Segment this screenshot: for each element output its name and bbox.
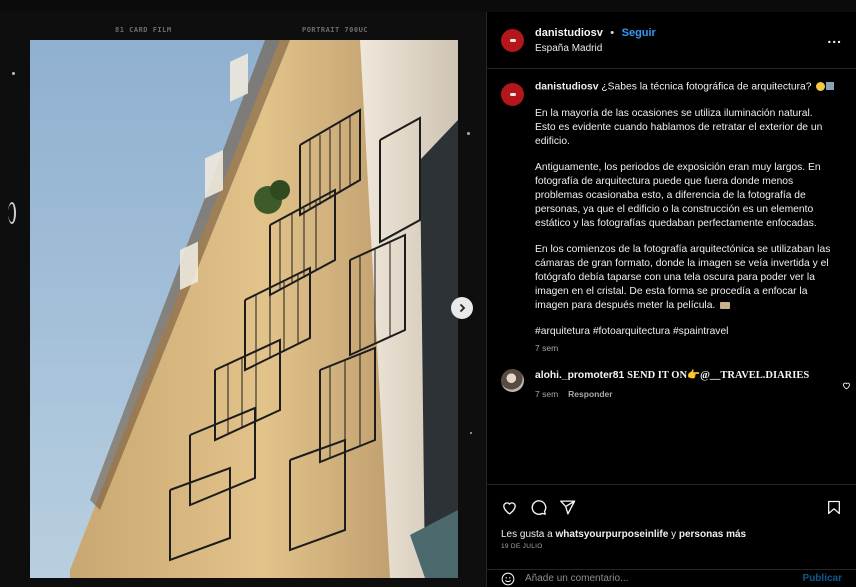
avatar[interactable] bbox=[501, 368, 524, 392]
film-scratch bbox=[8, 202, 16, 224]
add-comment-bar: Publicar bbox=[487, 569, 856, 587]
reply-button[interactable]: Responder bbox=[568, 389, 612, 399]
caption-paragraph: En la mayoría de las ocasiones se utiliz… bbox=[535, 107, 823, 147]
caption-paragraph: Antiguamente, los periodos de exposición… bbox=[535, 161, 821, 229]
comment-like-button[interactable] bbox=[842, 377, 851, 395]
like-button[interactable] bbox=[501, 499, 518, 516]
comment-username[interactable]: alohi._promoter81 bbox=[535, 370, 624, 381]
caption-hashtags[interactable]: #arquitetura #fotoarquitectura #spaintra… bbox=[535, 325, 835, 339]
caption-username[interactable]: danistudiosv bbox=[535, 82, 599, 93]
likes-user[interactable]: whatsyourpurposeinlife bbox=[556, 529, 669, 540]
bookmark-icon bbox=[828, 500, 840, 514]
next-arrow-icon bbox=[459, 303, 466, 313]
likes-others-link[interactable]: personas más bbox=[679, 529, 746, 540]
comment-timestamp: 7 sem bbox=[535, 388, 559, 399]
avatar[interactable] bbox=[501, 28, 524, 52]
caption-emojis bbox=[816, 80, 835, 94]
likes-summary: Les gusta a whatsyourpurposeinlife y per… bbox=[501, 529, 842, 540]
share-icon bbox=[560, 499, 576, 515]
post-photo bbox=[30, 40, 458, 578]
post-date: 19 DE JULIO bbox=[501, 543, 543, 550]
comment-button[interactable] bbox=[530, 499, 547, 516]
film-dust bbox=[467, 132, 470, 135]
next-photo-button[interactable] bbox=[451, 297, 473, 319]
post-panel: danistudiosv • Seguir España Madrid ... … bbox=[486, 12, 856, 587]
camera-emoji-icon bbox=[720, 301, 731, 309]
film-dust bbox=[470, 432, 472, 434]
publish-button[interactable]: Publicar bbox=[803, 573, 842, 584]
caption-lead: ¿Sabes la técnica fotográfica de arquite… bbox=[601, 81, 812, 93]
more-options-button[interactable]: ... bbox=[827, 30, 842, 46]
film-brand-text: 81 CARD FILM bbox=[115, 26, 172, 34]
more-icon: ... bbox=[827, 30, 842, 46]
follow-button[interactable]: Seguir bbox=[622, 27, 656, 39]
building-emoji-icon bbox=[826, 82, 835, 91]
comment-text: SEND IT ON👉@__TRAVEL.DIARIES bbox=[627, 369, 810, 381]
emoji-icon bbox=[501, 572, 515, 585]
save-button[interactable] bbox=[826, 499, 842, 516]
heart-icon bbox=[503, 501, 516, 515]
post-caption: danistudiosv ¿Sabes la técnica fotográfi… bbox=[487, 70, 856, 355]
heart-icon bbox=[843, 382, 850, 390]
comment-input[interactable] bbox=[525, 573, 775, 584]
comment-icon bbox=[531, 499, 547, 515]
post-location[interactable]: España Madrid bbox=[535, 41, 656, 56]
caption-timestamp: 7 sem bbox=[535, 342, 559, 353]
likes-prefix: Les gusta a bbox=[501, 529, 553, 540]
building-illustration bbox=[70, 40, 458, 578]
share-button[interactable] bbox=[559, 499, 576, 516]
post-actions: Les gusta a whatsyourpurposeinlife y per… bbox=[487, 484, 856, 550]
author-username[interactable]: danistudiosv bbox=[535, 27, 603, 39]
film-dust bbox=[12, 72, 15, 75]
comments-scroll-area[interactable]: danistudiosv ¿Sabes la técnica fotográfi… bbox=[487, 70, 856, 484]
film-stock-text: PORTRAIT 700UC bbox=[302, 26, 369, 34]
emoji-picker-button[interactable] bbox=[501, 572, 515, 586]
post-header: danistudiosv • Seguir España Madrid ... bbox=[487, 12, 856, 69]
sun-emoji-icon bbox=[816, 81, 826, 91]
comment-item: alohi._promoter81 SEND IT ON👉@__TRAVEL.D… bbox=[487, 355, 856, 401]
post-media: 81 CARD FILM PORTRAIT 700UC bbox=[0, 12, 486, 587]
likes-connector: y bbox=[671, 529, 677, 540]
separator-dot: • bbox=[610, 27, 615, 39]
caption-paragraph: En los comienzos de la fotografía arquit… bbox=[535, 243, 831, 311]
avatar[interactable] bbox=[501, 83, 524, 106]
